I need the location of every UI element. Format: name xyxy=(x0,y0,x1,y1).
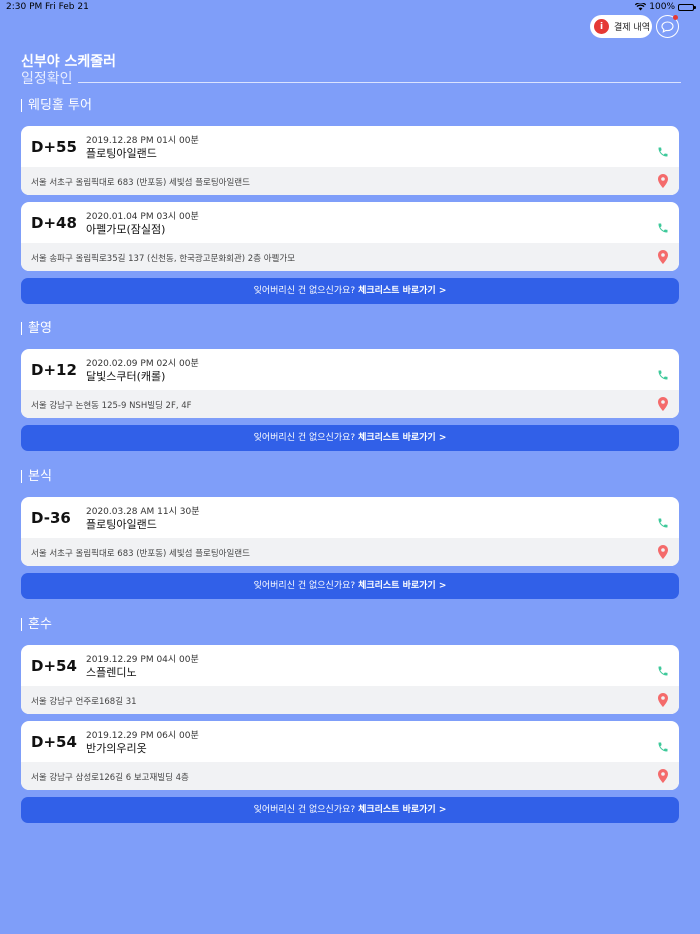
status-right: 100% xyxy=(635,2,696,12)
phone-icon[interactable] xyxy=(657,222,669,234)
checklist-button[interactable]: 잊어버리신 건 없으신가요? 체크리스트 바로가기 > xyxy=(21,278,679,304)
venue-name: 플로팅아일랜드 xyxy=(86,147,157,160)
phone-icon[interactable] xyxy=(657,741,669,753)
status-time: 2:30 PM xyxy=(6,2,43,12)
notification-dot xyxy=(673,15,678,20)
checklist-link: 체크리스트 바로가기 > xyxy=(358,805,447,815)
venue-address: 서울 강남구 삼성로126길 6 보고재빌딩 4층 xyxy=(31,773,189,783)
dday-label: D+54 xyxy=(31,733,77,751)
divider xyxy=(78,82,681,83)
map-pin-icon[interactable] xyxy=(658,693,668,707)
dday-label: D+48 xyxy=(31,214,77,232)
venue-name: 스플렌디노 xyxy=(86,666,137,679)
payment-history-label: 결제 내역 xyxy=(614,23,650,33)
checklist-link: 체크리스트 바로가기 > xyxy=(358,581,447,591)
dday-label: D+55 xyxy=(31,138,77,156)
phone-icon[interactable] xyxy=(657,146,669,158)
chat-button[interactable] xyxy=(656,15,679,38)
section-title-wedding-goods: 혼수 xyxy=(21,618,52,631)
venue-name: 아펠가모(잠실점) xyxy=(86,223,166,236)
schedule-card[interactable]: D-36 2020.03.28 AM 11시 30분 플로팅아일랜드 서울 서초… xyxy=(21,497,679,566)
payment-history-button[interactable]: i 결제 내역 xyxy=(590,15,652,38)
venue-name: 달빛스쿠터(캐롤) xyxy=(86,370,166,383)
venue-name: 반가의우리옷 xyxy=(86,742,147,755)
map-pin-icon[interactable] xyxy=(658,250,668,264)
page-subtitle: 일정확인 xyxy=(21,71,73,87)
section-title-ceremony: 본식 xyxy=(21,470,52,483)
phone-icon[interactable] xyxy=(657,517,669,529)
checklist-button[interactable]: 잊어버리신 건 없으신가요? 체크리스트 바로가기 > xyxy=(21,573,679,599)
phone-icon[interactable] xyxy=(657,665,669,677)
map-pin-icon[interactable] xyxy=(658,397,668,411)
schedule-card[interactable]: D+54 2019.12.29 PM 04시 00분 스플렌디노 서울 강남구 … xyxy=(21,645,679,714)
dday-label: D+54 xyxy=(31,657,77,675)
checklist-link: 체크리스트 바로가기 > xyxy=(358,286,447,296)
checklist-question: 잊어버리신 건 없으신가요? xyxy=(253,433,356,443)
dday-label: D+12 xyxy=(31,361,77,379)
map-pin-icon[interactable] xyxy=(658,545,668,559)
chat-icon xyxy=(661,20,674,33)
dday-label: D-36 xyxy=(31,509,71,527)
venue-address: 서울 송파구 올림픽로35길 137 (신천동, 한국광고문화회관) 2층 아펠… xyxy=(31,254,296,264)
checklist-question: 잊어버리신 건 없으신가요? xyxy=(253,581,356,591)
venue-address: 서울 강남구 언주로168길 31 xyxy=(31,697,137,707)
checklist-question: 잊어버리신 건 없으신가요? xyxy=(253,805,356,815)
phone-icon[interactable] xyxy=(657,369,669,381)
schedule-card[interactable]: D+12 2020.02.09 PM 02시 00분 달빛스쿠터(캐롤) 서울 … xyxy=(21,349,679,418)
venue-address: 서울 서초구 올림픽대로 683 (반포동) 세빛섬 플로팅아일랜드 xyxy=(31,178,250,188)
schedule-card[interactable]: D+48 2020.01.04 PM 03시 00분 아펠가모(잠실점) 서울 … xyxy=(21,202,679,271)
map-pin-icon[interactable] xyxy=(658,769,668,783)
venue-name: 플로팅아일랜드 xyxy=(86,518,157,531)
schedule-card[interactable]: D+55 2019.12.28 PM 01시 00분 플로팅아일랜드 서울 서초… xyxy=(21,126,679,195)
checklist-question: 잊어버리신 건 없으신가요? xyxy=(253,286,356,296)
schedule-card[interactable]: D+54 2019.12.29 PM 06시 00분 반가의우리옷 서울 강남구… xyxy=(21,721,679,790)
venue-address: 서울 강남구 논현동 125-9 NSH빌딩 2F, 4F xyxy=(31,401,192,411)
venue-address: 서울 서초구 올림픽대로 683 (반포동) 세빛섬 플로팅아일랜드 xyxy=(31,549,250,559)
checklist-link: 체크리스트 바로가기 > xyxy=(358,433,447,443)
section-title-photoshoot: 촬영 xyxy=(21,322,52,335)
info-icon: i xyxy=(594,19,609,34)
checklist-button[interactable]: 잊어버리신 건 없으신가요? 체크리스트 바로가기 > xyxy=(21,425,679,451)
battery-icon xyxy=(678,3,696,11)
status-date: Fri Feb 21 xyxy=(45,2,89,12)
checklist-button[interactable]: 잊어버리신 건 없으신가요? 체크리스트 바로가기 > xyxy=(21,797,679,823)
battery-percent: 100% xyxy=(649,2,675,12)
map-pin-icon[interactable] xyxy=(658,174,668,188)
section-title-wedding-hall: 웨딩홀 투어 xyxy=(21,99,92,112)
wifi-icon xyxy=(635,3,647,11)
status-bar: 2:30 PM Fri Feb 21 100% xyxy=(0,0,700,14)
